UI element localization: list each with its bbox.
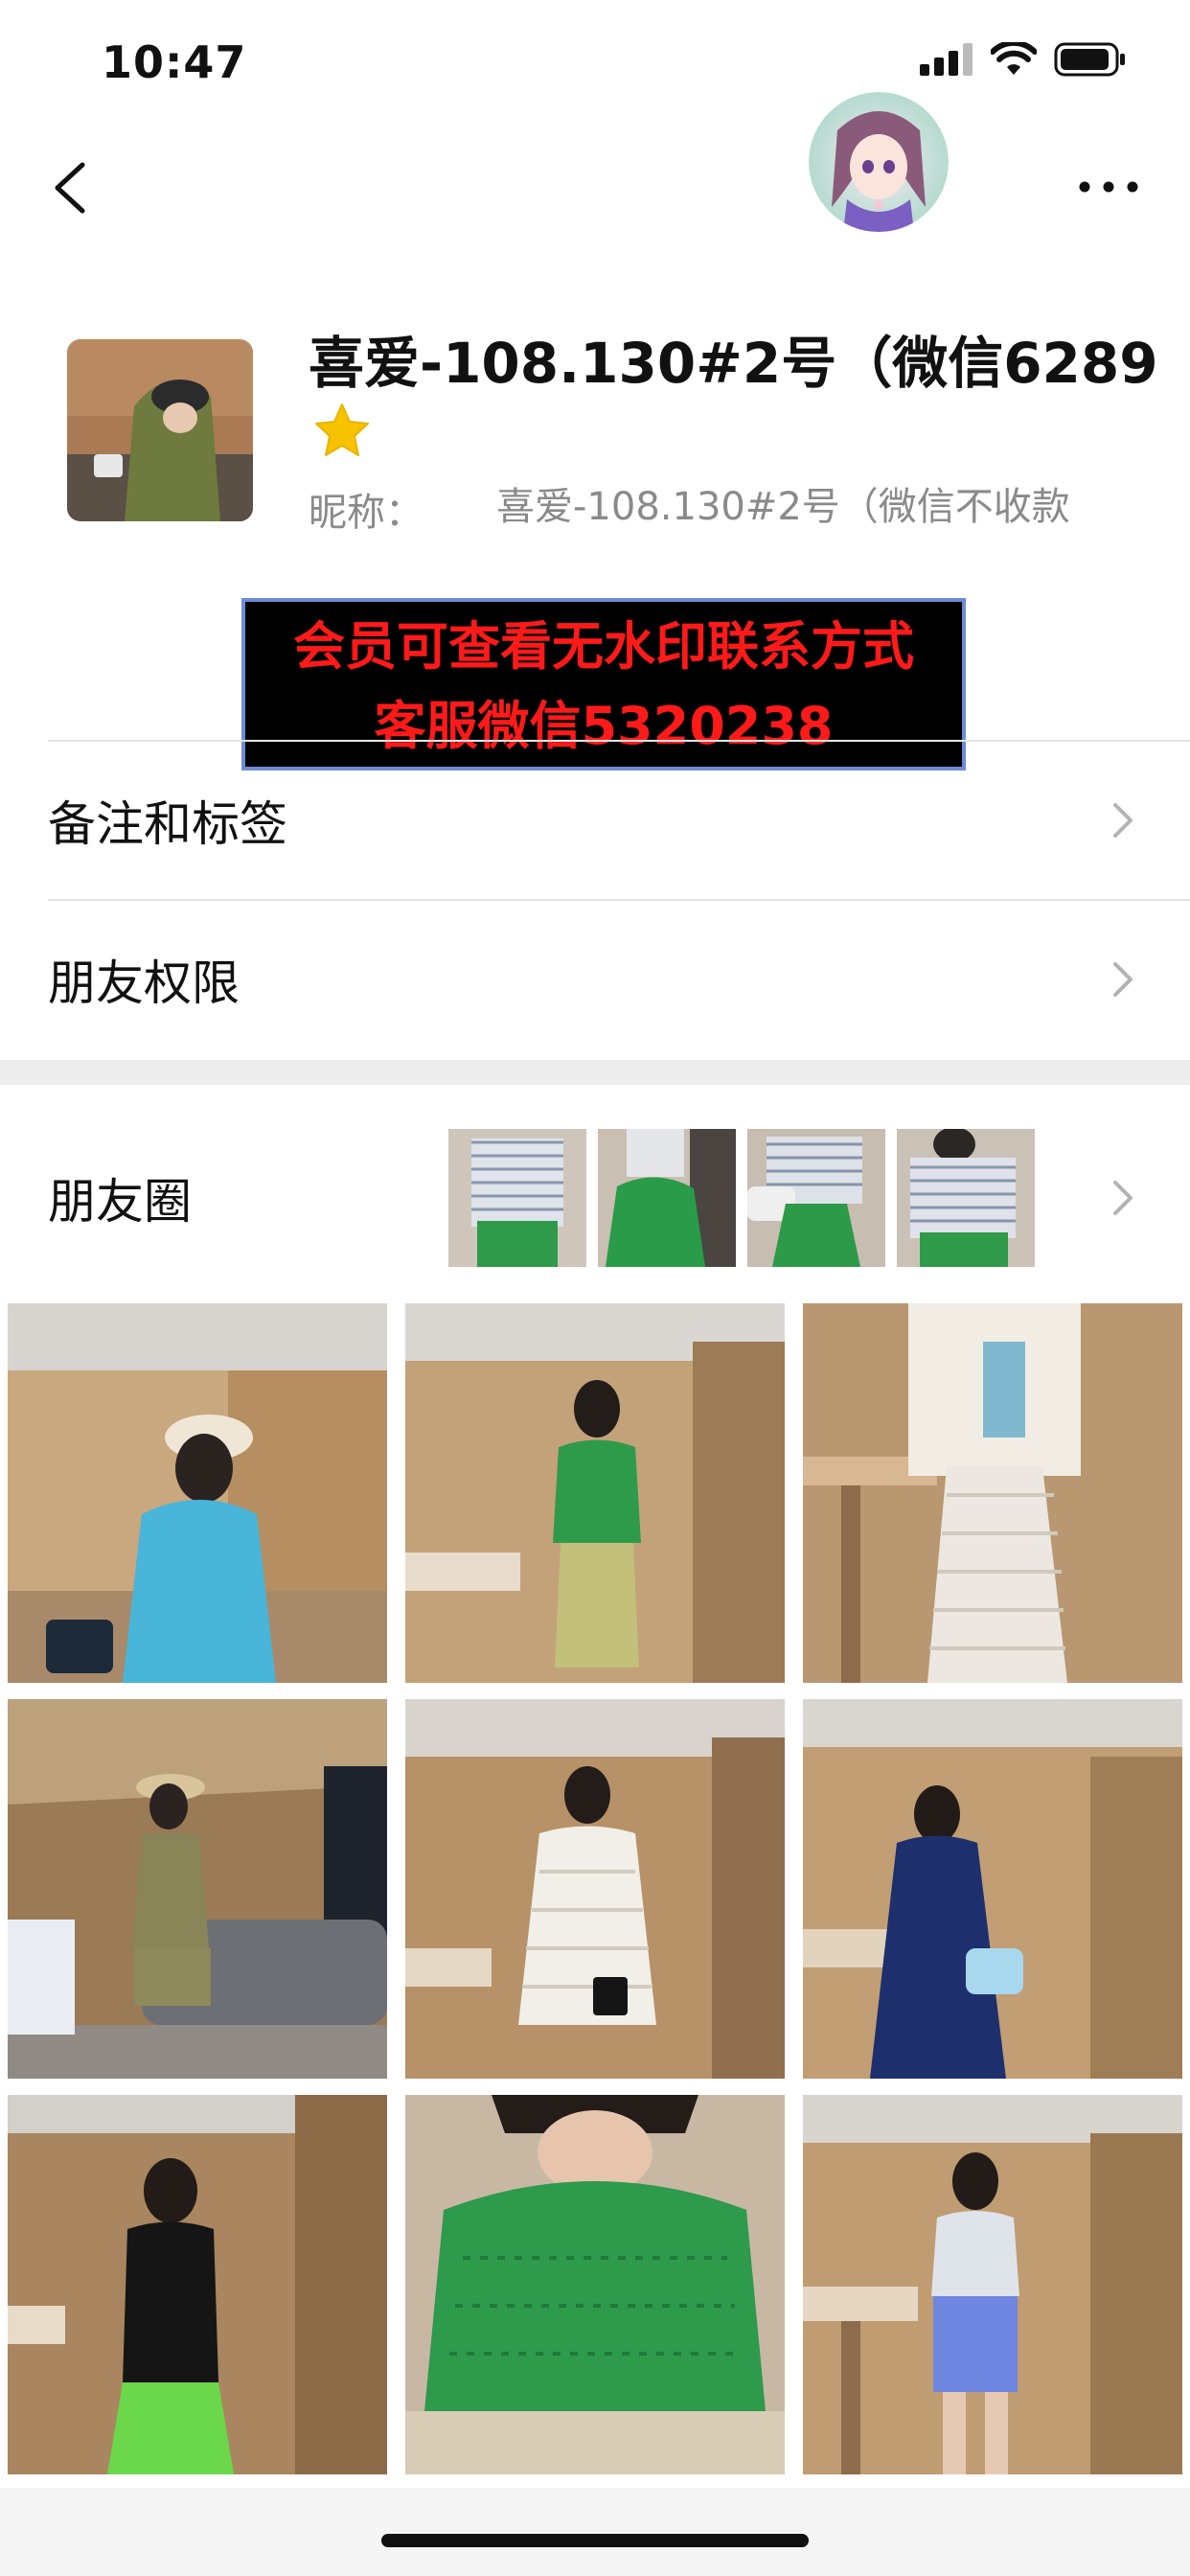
moments-photo-image	[405, 1303, 785, 1683]
moments-photo-image	[405, 1699, 785, 2079]
watermark-line1: 会员可查看无水印联系方式	[293, 616, 914, 677]
moments-photo-image	[8, 1303, 387, 1683]
moments-photo[interactable]	[803, 1303, 1182, 1683]
nav-avatar[interactable]	[809, 92, 949, 232]
moments-photo-image	[803, 1303, 1182, 1683]
moments-photo-image	[803, 1699, 1182, 2079]
battery-icon	[1054, 42, 1125, 77]
back-button[interactable]	[42, 153, 100, 220]
moments-thumbnail-image	[747, 1129, 885, 1267]
row-moments-label: 朋友圈	[48, 1174, 192, 1230]
chevron-right-icon	[1113, 803, 1133, 838]
wifi-icon	[991, 42, 1037, 75]
moments-photo[interactable]	[8, 1699, 387, 2079]
profile-name: 喜爱-108.130#2号（微信6289	[309, 331, 1158, 396]
moments-thumbnails[interactable]	[448, 1129, 1035, 1267]
moments-thumbnail-image	[897, 1129, 1035, 1267]
profile-photo[interactable]	[67, 339, 253, 521]
row-permissions-label: 朋友权限	[48, 955, 240, 1011]
row-remarks-and-tags[interactable]: 备注和标签	[0, 742, 1190, 899]
moments-photo[interactable]	[8, 2095, 387, 2474]
moments-photo-image	[8, 2095, 387, 2474]
row-friend-permissions[interactable]: 朋友权限	[0, 901, 1190, 1058]
moments-thumbnail[interactable]	[448, 1129, 586, 1267]
moments-photo[interactable]	[8, 1303, 387, 1683]
moments-thumbnail-image	[448, 1129, 586, 1267]
moments-photo[interactable]	[405, 2095, 785, 2474]
chevron-right-icon	[1113, 1181, 1133, 1215]
chevron-left-icon	[55, 162, 85, 214]
anime-avatar-image	[809, 92, 949, 232]
more-dots-icon	[1079, 181, 1138, 193]
moments-photo[interactable]	[803, 2095, 1182, 2474]
moments-photo[interactable]	[803, 1699, 1182, 2079]
moments-photo-grid	[8, 1303, 1182, 2474]
row-remarks-label: 备注和标签	[48, 796, 287, 852]
moments-thumbnail[interactable]	[747, 1129, 885, 1267]
section-gap	[0, 1060, 1190, 1085]
chevron-right-icon	[1113, 962, 1133, 997]
bottom-bar	[0, 2488, 1190, 2576]
moments-photo[interactable]	[405, 1699, 785, 2079]
moments-thumbnail[interactable]	[598, 1129, 736, 1267]
moments-photo-image	[405, 2095, 785, 2474]
home-indicator[interactable]	[381, 2534, 809, 2547]
status-time: 10:47	[102, 36, 247, 88]
status-bar: 10:47	[0, 0, 1190, 134]
nickname-label: 昵称：	[309, 491, 423, 535]
moments-photo-image	[803, 2095, 1182, 2474]
nickname-value: 喜爱-108.130#2号（微信不收款	[496, 485, 1070, 529]
more-button[interactable]	[1075, 172, 1142, 201]
profile-photo-image	[67, 339, 253, 521]
moments-photo-image	[8, 1699, 387, 2079]
star-icon	[315, 403, 369, 456]
moments-thumbnail-image	[598, 1129, 736, 1267]
signal-icon	[920, 43, 973, 76]
moments-photo[interactable]	[405, 1303, 785, 1683]
moments-thumbnail[interactable]	[897, 1129, 1035, 1267]
status-icons	[920, 42, 1127, 77]
